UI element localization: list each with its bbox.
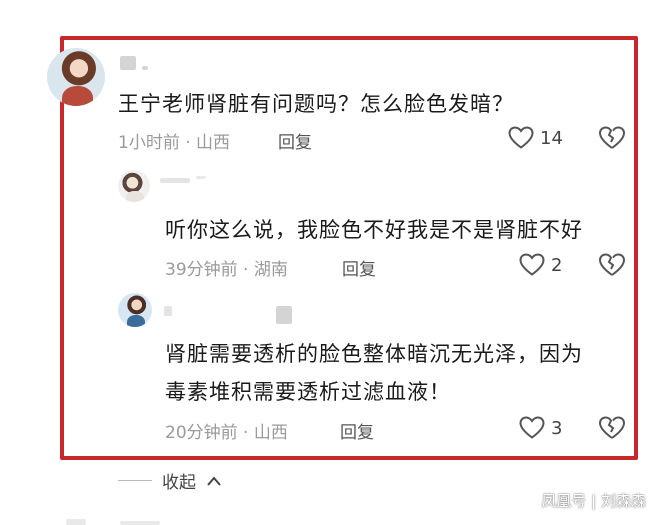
chevron-up-icon[interactable] [206, 475, 222, 487]
reply-text: 听你这么说，我脸色不好我是不是肾脏不好 [165, 218, 583, 242]
like-count: 2 [551, 254, 563, 276]
like-button[interactable]: 14 [508, 126, 563, 150]
like-button[interactable]: 2 [519, 253, 562, 277]
like-button[interactable]: 3 [519, 416, 562, 440]
broken-heart-icon[interactable] [598, 253, 626, 277]
commenter-avatar[interactable] [118, 293, 152, 327]
username-redacted [142, 66, 148, 70]
reply-button[interactable]: 回复 [340, 418, 374, 443]
reply-meta: 20分钟前 · 山西 [165, 423, 288, 443]
next-comment-hint [66, 519, 86, 525]
username-redacted [164, 306, 172, 316]
heart-outline-icon [519, 253, 545, 276]
commenter-avatar[interactable] [118, 170, 150, 202]
collapse-label[interactable]: 收起 [162, 468, 196, 493]
divider-line [118, 480, 152, 481]
reply-button[interactable]: 回复 [278, 128, 312, 153]
username-redacted [160, 178, 190, 183]
heart-outline-icon [519, 416, 545, 439]
heart-outline-icon [508, 126, 534, 149]
collapse-replies[interactable]: 收起 [118, 468, 222, 493]
username-redacted [276, 306, 292, 324]
reply-meta: 39分钟前 · 湖南 [165, 260, 288, 280]
comment-meta: 1小时前 · 山西 [118, 133, 231, 153]
next-comment-hint [120, 521, 160, 525]
like-count: 14 [540, 127, 563, 149]
watermark: 凤凰号 | 刘森森 [541, 492, 646, 510]
commenter-avatar[interactable] [47, 48, 105, 106]
reply-button[interactable]: 回复 [342, 255, 376, 280]
broken-heart-icon[interactable] [598, 416, 626, 440]
broken-heart-icon[interactable] [598, 126, 626, 150]
username-redacted [120, 56, 136, 70]
reply-text-line-2: 毒素堆积需要透析过滤血液！ [165, 380, 451, 404]
like-count: 3 [551, 417, 563, 439]
comment-text: 王宁老师肾脏有问题吗？怎么脸色发暗？ [118, 92, 514, 116]
reply-text-line-1: 肾脏需要透析的脸色整体暗沉无光泽，因为 [165, 342, 583, 366]
username-redacted [196, 176, 206, 179]
